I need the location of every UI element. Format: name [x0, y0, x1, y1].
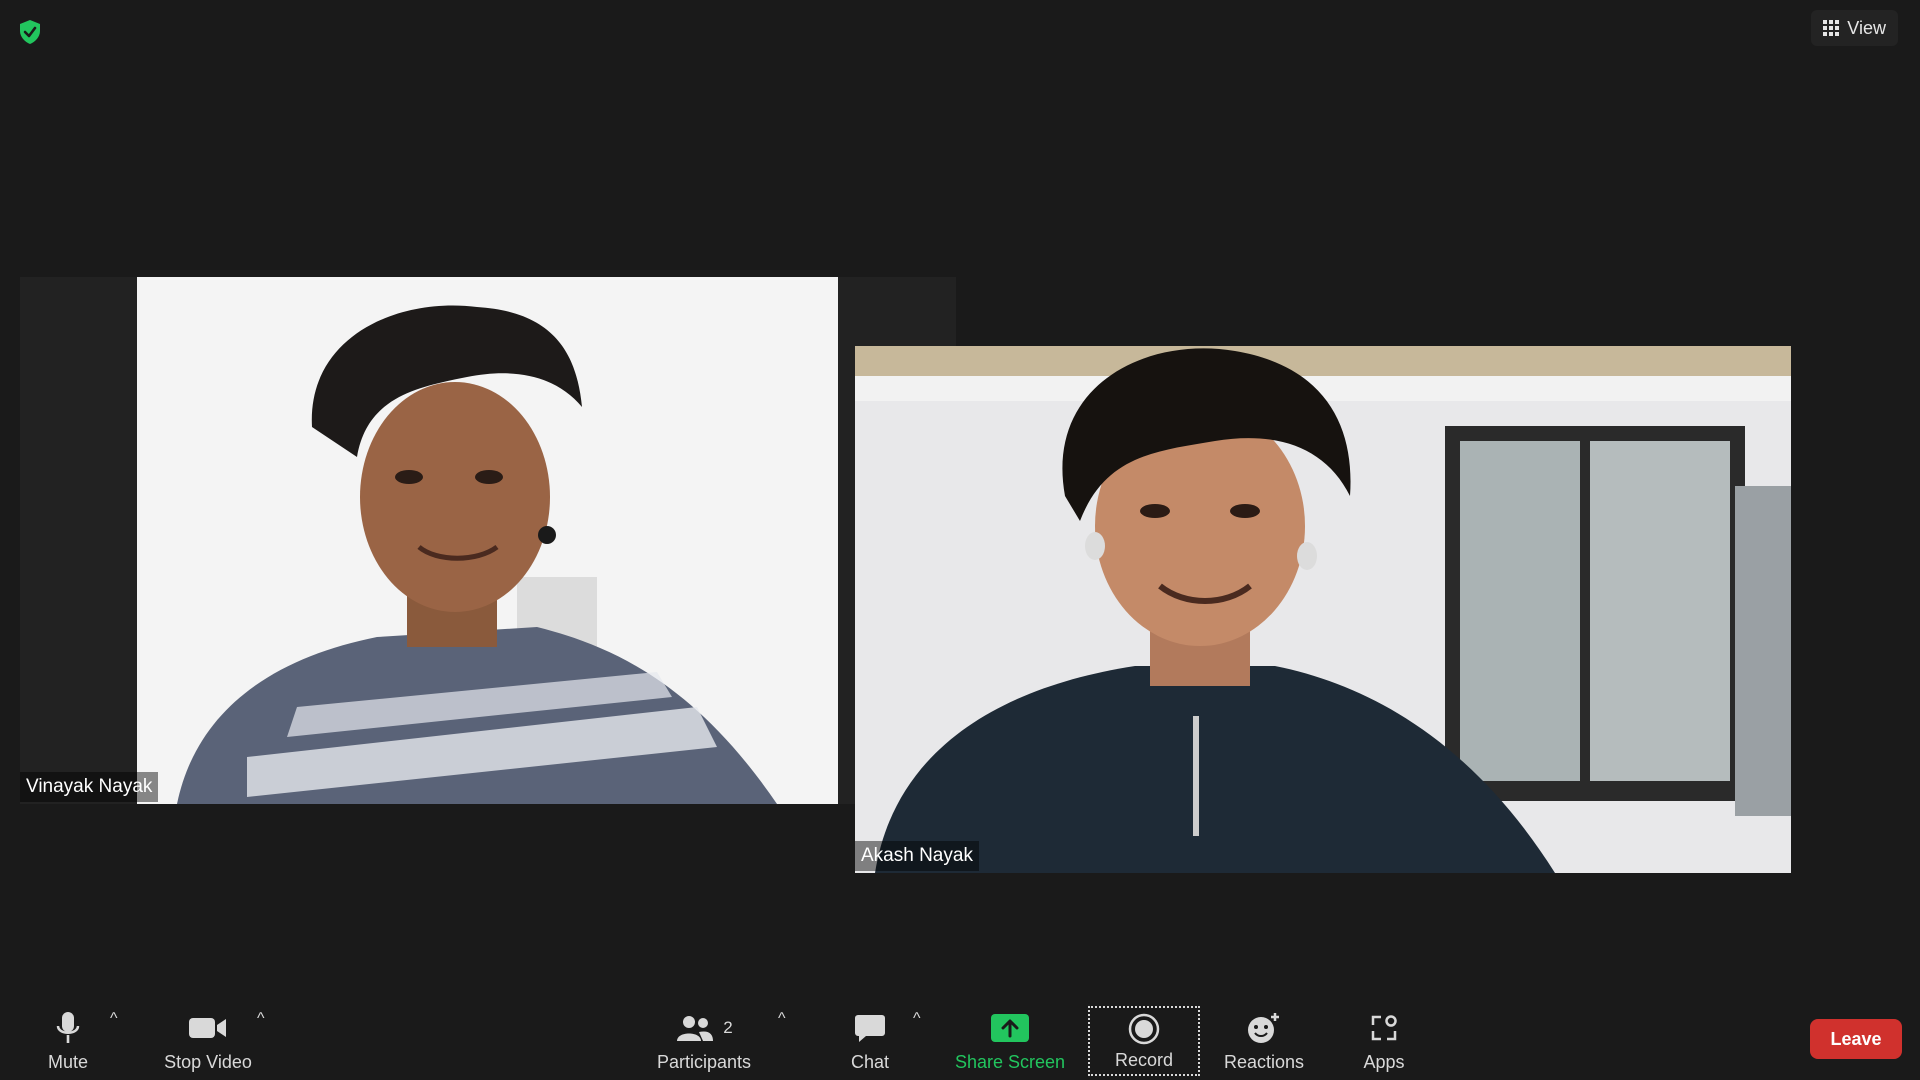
participants-options-caret[interactable]: ^	[778, 1010, 786, 1028]
security-shield-icon[interactable]	[12, 14, 48, 50]
reactions-label: Reactions	[1223, 1052, 1305, 1072]
view-label: View	[1847, 17, 1886, 38]
apps-label: Apps	[1363, 1052, 1405, 1072]
participants-button[interactable]: 2 Participants	[652, 990, 756, 1080]
video-camera-icon	[189, 1008, 227, 1048]
apps-icon	[1370, 1008, 1398, 1048]
stop-video-label: Stop Video	[164, 1052, 252, 1072]
chat-label: Chat	[850, 1052, 890, 1072]
view-button[interactable]: View	[1811, 10, 1898, 46]
record-label: Record	[1114, 1050, 1174, 1070]
participants-label: Participants	[656, 1052, 752, 1072]
participant-video-feed	[137, 277, 838, 804]
audio-options-caret[interactable]: ^	[110, 1010, 118, 1028]
participant-video-feed	[855, 346, 1791, 873]
chat-options-caret[interactable]: ^	[913, 1010, 921, 1028]
video-options-caret[interactable]: ^	[257, 1010, 265, 1028]
chat-bubble-icon	[854, 1008, 886, 1048]
grid-icon	[1823, 20, 1840, 36]
share-screen-button[interactable]: Share Screen	[952, 990, 1068, 1080]
reactions-button[interactable]: Reactions	[1222, 990, 1306, 1080]
record-icon	[1128, 1012, 1160, 1046]
share-screen-label: Share Screen	[954, 1052, 1066, 1072]
leave-button[interactable]: Leave	[1810, 1019, 1902, 1059]
microphone-icon	[56, 1008, 80, 1048]
record-button[interactable]: Record	[1088, 1006, 1200, 1076]
video-tile-akash[interactable]	[855, 346, 1791, 873]
participants-count: 2	[723, 1018, 733, 1037]
reactions-icon	[1246, 1008, 1282, 1048]
video-tile-vinayak[interactable]	[137, 277, 838, 804]
share-screen-icon	[991, 1008, 1029, 1048]
apps-button[interactable]: Apps	[1356, 990, 1412, 1080]
participant-name-label: Vinayak Nayak	[20, 772, 159, 802]
chat-button[interactable]: Chat	[838, 990, 902, 1080]
mute-label: Mute	[47, 1052, 89, 1072]
participants-icon: 2	[675, 1008, 733, 1048]
participant-name-label: Akash Nayak	[855, 841, 979, 871]
mute-button[interactable]: Mute	[30, 990, 106, 1080]
stop-video-button[interactable]: Stop Video	[158, 990, 258, 1080]
